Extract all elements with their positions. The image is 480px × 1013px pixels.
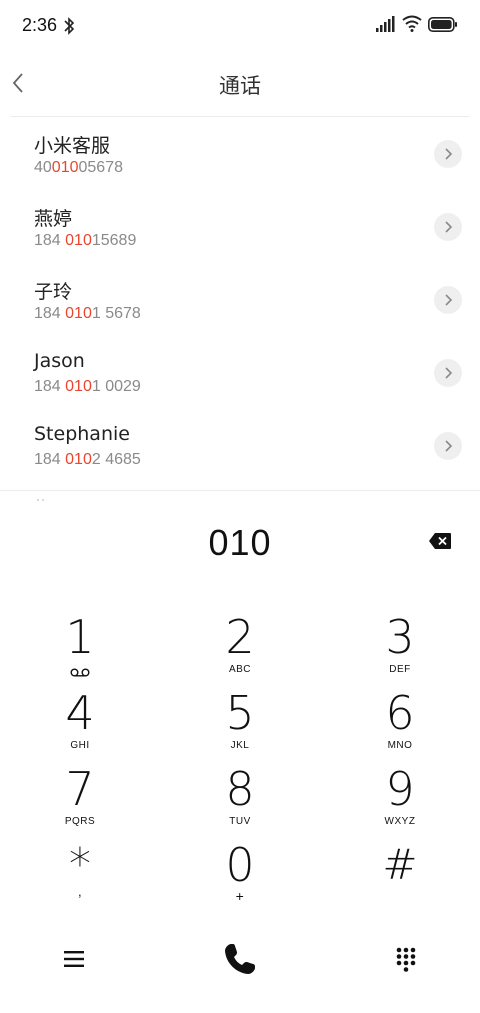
list-item[interactable]: 子玲 184 0101 5678 [0,263,480,336]
contact-list: 小米客服 4001005678 燕婷 184 01015689 子玲 184 0… [0,117,480,482]
contact-details-button[interactable] [434,432,462,460]
contact-details-button[interactable] [434,213,462,241]
scroll-indicator [37,499,44,501]
list-item[interactable]: 小米客服 4001005678 [0,117,480,190]
match-highlight: 010 [65,232,92,249]
key-letters: WXYZ [384,816,416,827]
list-item[interactable]: Jason 184 0101 0029 [0,336,480,409]
key-9[interactable]: 9 WXYZ [340,764,460,840]
key-letters: JKL [230,740,250,751]
key-letters: DEF [389,664,411,675]
key-letters: MNO [387,740,413,751]
contact-number: 4001005678 [34,159,123,176]
key-letters: + [235,888,245,904]
key-digit: 2 [225,610,255,664]
key-digit: 0 [225,838,255,892]
key-letters: GHI [70,740,90,751]
battery-icon [428,17,457,32]
wifi-icon [402,15,422,32]
match-highlight: 010 [65,378,92,395]
page-title: 通话 [219,74,261,98]
contact-number: 184 0101 0029 [34,378,141,395]
contact-name: Jason [34,350,85,372]
bottom-bar [0,930,480,990]
list-item[interactable]: 燕婷 184 01015689 [0,190,480,263]
menu-icon[interactable] [64,950,84,968]
signal-icon [376,16,395,32]
contact-number: 184 0101 5678 [34,305,141,322]
contact-number: 184 0102 4685 [34,451,141,468]
key-2[interactable]: 2 ABC [180,612,300,688]
chevron-right-icon [445,221,453,233]
key-0[interactable]: 0 + [180,840,300,916]
list-divider [0,490,480,491]
chevron-right-icon [445,367,453,379]
key-hash[interactable]: # [340,840,460,916]
bluetooth-icon [64,17,75,35]
status-time: 2:36 [22,15,58,35]
header: 通话 [0,52,480,116]
key-digit: 4 [65,686,95,740]
contact-details-button[interactable] [434,359,462,387]
phone-icon[interactable] [222,941,258,977]
key-letters: TUV [229,816,251,827]
key-digit: 1 [65,610,95,664]
key-star[interactable]: * , [20,840,140,916]
contact-name: 小米客服 [34,135,111,157]
voicemail-icon [70,668,90,677]
key-digit: 8 [225,762,255,816]
status-bar: 2:36 [0,0,480,52]
key-letters: , [77,884,83,899]
contact-name: Stephanie [34,423,130,445]
key-6[interactable]: 6 MNO [340,688,460,764]
contact-name: 燕婷 [34,208,73,230]
key-1[interactable]: 1 [20,612,140,688]
key-letters: PQRS [64,816,96,827]
list-item[interactable]: Stephanie 184 0102 4685 [0,409,480,482]
key-digit: 9 [385,762,415,816]
key-5[interactable]: 5 JKL [180,688,300,764]
contact-details-button[interactable] [434,286,462,314]
contact-details-button[interactable] [434,140,462,168]
contact-number: 184 01015689 [34,232,137,249]
match-highlight: 010 [65,305,92,322]
key-8[interactable]: 8 TUV [180,764,300,840]
key-4[interactable]: 4 GHI [20,688,140,764]
dial-input[interactable]: 010 [0,522,480,564]
key-3[interactable]: 3 DEF [340,612,460,688]
chevron-right-icon [445,294,453,306]
key-7[interactable]: 7 PQRS [20,764,140,840]
key-letters: ABC [228,664,252,675]
dialpad-icon[interactable] [396,947,416,973]
key-digit: # [382,840,418,889]
chevron-right-icon [445,148,453,160]
match-highlight: 010 [65,451,92,468]
key-digit: 7 [65,762,95,816]
key-digit: 6 [385,686,415,740]
contact-name: 子玲 [34,281,73,303]
match-highlight: 010 [51,159,79,176]
backspace-icon[interactable] [428,532,452,550]
key-digit: 3 [385,610,415,664]
chevron-right-icon [445,440,453,452]
key-digit: 5 [225,686,255,740]
key-digit: * [69,839,91,890]
